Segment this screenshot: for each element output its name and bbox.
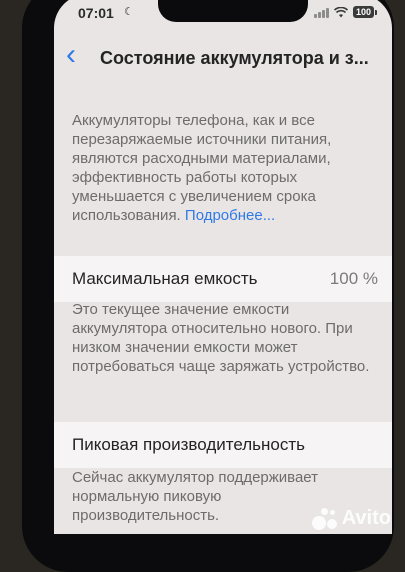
notch (158, 0, 308, 22)
status-icons: 100 (313, 6, 378, 18)
learn-more-link[interactable]: Подробнее... (185, 207, 275, 224)
intro-description: Аккумуляторы телефона, как и все перезар… (72, 111, 372, 225)
battery-icon: 100 (352, 6, 378, 18)
phone-frame: 07:01 ☾ 100 ‹ Состояние аккумулятора и з… (22, 0, 394, 572)
peak-performance-label: Пиковая производительность (72, 435, 306, 454)
wifi-icon (333, 6, 348, 17)
avito-logo-text: Avito (341, 507, 391, 529)
avito-watermark: Avito (311, 507, 391, 530)
max-capacity-row: Максимальная емкость 100 % (54, 256, 392, 302)
max-capacity-value: 100 % (329, 269, 378, 288)
moon-icon: ☾ (124, 6, 134, 18)
peak-performance-row: Пиковая производительность (54, 422, 392, 468)
page-title: Состояние аккумулятора и з... (100, 48, 369, 68)
cellular-signal-icon (313, 7, 329, 18)
avito-logo-icon (311, 507, 338, 530)
capacity-description: Это текущее значение емкости аккумулятор… (72, 301, 370, 375)
back-button[interactable]: ‹ (66, 40, 76, 70)
phone-screen: 07:01 ☾ 100 ‹ Состояние аккумулятора и з… (54, 0, 392, 534)
status-time: 07:01 (78, 5, 114, 21)
max-capacity-label: Максимальная емкость (72, 269, 258, 288)
